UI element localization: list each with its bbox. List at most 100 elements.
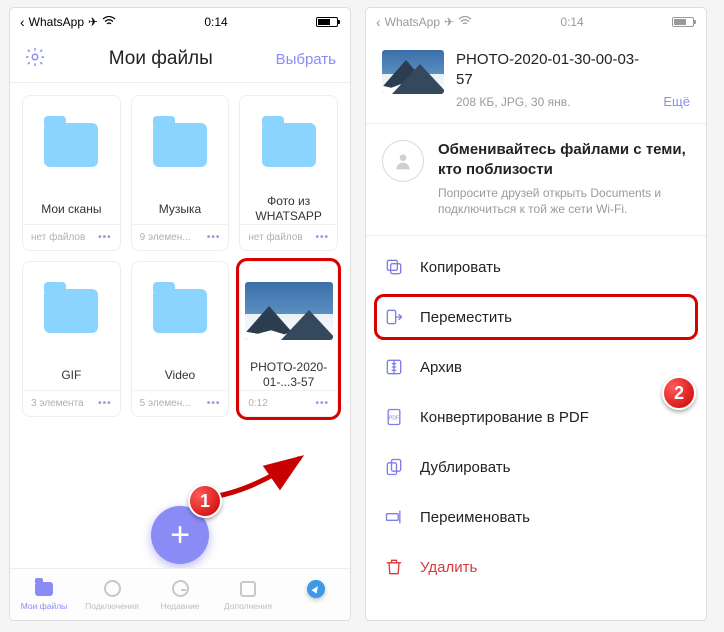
- rename-icon: [384, 507, 404, 527]
- status-app-name: WhatsApp: [29, 15, 84, 29]
- action-list: Копировать Переместить Архив PDF Конверт…: [366, 236, 706, 592]
- action-delete[interactable]: Удалить: [366, 542, 706, 592]
- tab-addons[interactable]: Дополнения: [214, 569, 282, 620]
- tab-connections[interactable]: Подключения: [78, 569, 146, 620]
- page-title: Мои файлы: [46, 48, 276, 70]
- tab-browser[interactable]: [282, 569, 350, 620]
- settings-gear-icon[interactable]: [24, 46, 46, 73]
- file-photo-item[interactable]: PHOTO-2020-01-...3-57 0:12 •••: [239, 261, 338, 417]
- app-header: Мои файлы Выбрать: [10, 36, 350, 82]
- status-bar: ‹ WhatsApp ✈ 0:14: [366, 8, 706, 36]
- folder-count: 3 элемента: [31, 398, 84, 409]
- folder-label: GIF: [23, 360, 120, 390]
- folder-count: 9 элемен...: [140, 232, 191, 243]
- folder-count: нет файлов: [31, 232, 85, 243]
- folder-icon: [35, 582, 53, 596]
- action-archive[interactable]: Архив: [366, 342, 706, 392]
- tab-label: Дополнения: [224, 601, 272, 611]
- folder-music[interactable]: Музыка 9 элемен... •••: [131, 95, 230, 251]
- wifi-icon: [458, 15, 472, 29]
- copy-icon: [384, 257, 404, 277]
- folder-label: Мои сканы: [23, 194, 120, 224]
- file-time: 0:12: [248, 398, 267, 409]
- wifi-circle-icon: [104, 580, 121, 597]
- tab-label: [315, 601, 317, 611]
- folder-count: 5 элемен...: [140, 398, 191, 409]
- battery-icon: [672, 17, 694, 27]
- wifi-icon: [102, 15, 116, 29]
- folder-icon: [153, 289, 207, 333]
- select-button[interactable]: Выбрать: [276, 51, 336, 68]
- folder-gif[interactable]: GIF 3 элемента •••: [22, 261, 121, 417]
- move-icon: [384, 307, 404, 327]
- file-label: PHOTO-2020-01-...3-57: [240, 360, 337, 390]
- photo-thumbnail: [245, 282, 333, 340]
- tab-label: Мои файлы: [21, 601, 68, 611]
- back-chevron-icon[interactable]: ‹: [20, 15, 25, 29]
- action-move[interactable]: Переместить: [366, 292, 706, 342]
- battery-icon: [316, 17, 338, 27]
- action-label: Удалить: [420, 559, 477, 576]
- screen-file-actions: ‹ WhatsApp ✈ 0:14 PHOTO-2020-01-30-00-03…: [366, 8, 706, 620]
- folder-label: Video: [132, 360, 229, 390]
- file-meta: 208 КБ, JPG, 30 янв.: [456, 95, 651, 109]
- folder-icon: [262, 123, 316, 167]
- action-rename[interactable]: Переименовать: [366, 492, 706, 542]
- airplane-mode-icon: ✈: [88, 15, 98, 29]
- more-icon[interactable]: •••: [315, 232, 329, 243]
- file-info-header: PHOTO-2020-01-30-00-03-57 208 КБ, JPG, 3…: [366, 36, 706, 124]
- share-nearby-block[interactable]: Обменивайтесь файлами с теми, кто поблиз…: [366, 124, 706, 236]
- more-icon[interactable]: •••: [315, 398, 329, 409]
- tab-label: Подключения: [85, 601, 139, 611]
- file-name: PHOTO-2020-01-30-00-03-57: [456, 50, 651, 89]
- clock-icon: [172, 580, 189, 597]
- folder-icon: [44, 123, 98, 167]
- compass-icon: [307, 580, 325, 598]
- screen-file-browser: ‹ WhatsApp ✈ 0:14 Мои файлы Выбрать Мои …: [10, 8, 350, 620]
- status-time: 0:14: [116, 15, 316, 29]
- trash-icon: [384, 557, 404, 577]
- archive-icon: [384, 357, 404, 377]
- tab-label: Недавние: [160, 601, 199, 611]
- more-icon[interactable]: •••: [207, 232, 221, 243]
- share-title: Обменивайтесь файлами с теми, кто поблиз…: [438, 140, 690, 179]
- airplane-mode-icon: ✈: [444, 15, 454, 29]
- action-duplicate[interactable]: Дублировать: [366, 442, 706, 492]
- action-label: Конвертирование в PDF: [420, 409, 589, 426]
- action-label: Переименовать: [420, 509, 530, 526]
- share-description: Попросите друзей открыть Documents и под…: [438, 185, 690, 217]
- tab-my-files[interactable]: Мои файлы: [10, 569, 78, 620]
- action-label: Переместить: [420, 309, 512, 326]
- more-icon[interactable]: •••: [207, 398, 221, 409]
- back-chevron-icon[interactable]: ‹: [376, 15, 381, 29]
- pdf-icon: PDF: [384, 407, 404, 427]
- status-time: 0:14: [472, 15, 672, 29]
- action-label: Архив: [420, 359, 462, 376]
- bottom-tab-bar: Мои файлы Подключения Недавние Дополнени…: [10, 568, 350, 620]
- annotation-badge-1: 1: [188, 484, 222, 518]
- folder-count: нет файлов: [248, 232, 302, 243]
- addons-icon: [240, 581, 256, 597]
- status-bar: ‹ WhatsApp ✈ 0:14: [10, 8, 350, 36]
- folder-video[interactable]: Video 5 элемен... •••: [131, 261, 230, 417]
- folder-icon: [44, 289, 98, 333]
- svg-text:PDF: PDF: [389, 416, 399, 422]
- folder-icon: [153, 123, 207, 167]
- action-label: Копировать: [420, 259, 501, 276]
- status-app-name: WhatsApp: [385, 15, 440, 29]
- action-convert-pdf[interactable]: PDF Конвертирование в PDF: [366, 392, 706, 442]
- photo-thumbnail: [382, 50, 444, 94]
- more-icon[interactable]: •••: [98, 398, 112, 409]
- tab-recent[interactable]: Недавние: [146, 569, 214, 620]
- folder-label: Фото из WHATSAPP: [240, 194, 337, 224]
- avatar-icon: [382, 140, 424, 182]
- annotation-badge-2: 2: [662, 376, 696, 410]
- folder-my-scans[interactable]: Мои сканы нет файлов •••: [22, 95, 121, 251]
- more-link[interactable]: Ещё: [663, 94, 690, 109]
- duplicate-icon: [384, 457, 404, 477]
- action-copy[interactable]: Копировать: [366, 242, 706, 292]
- folder-label: Музыка: [132, 194, 229, 224]
- more-icon[interactable]: •••: [98, 232, 112, 243]
- folder-whatsapp-photos[interactable]: Фото из WHATSAPP нет файлов •••: [239, 95, 338, 251]
- action-label: Дублировать: [420, 459, 510, 476]
